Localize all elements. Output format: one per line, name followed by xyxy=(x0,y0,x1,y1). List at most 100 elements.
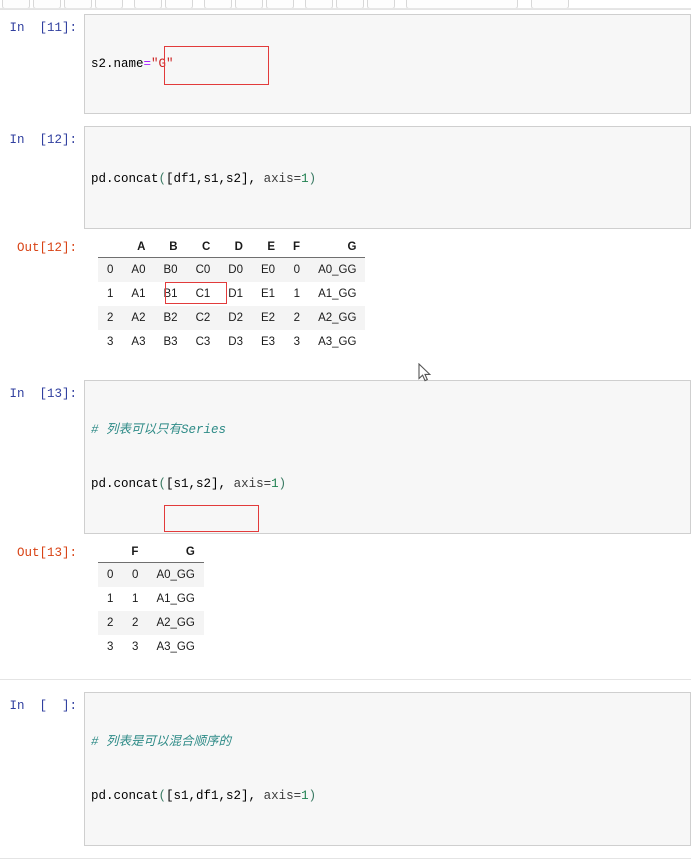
dataframe-index-cell: 2 xyxy=(107,312,114,324)
dataframe-table-12: ABCDEFG 0 A0 B0 C0 D0 E0 0 A0_GG 1 A1 B1 C1 D1 E1 1 A1_… xyxy=(98,239,366,354)
table-row: 1 A1 B1 C1 D1 E1 1 A1_GG xyxy=(98,282,366,306)
toolbar-button-3[interactable] xyxy=(64,0,92,8)
dataframe-cell-G-0: A0_GG xyxy=(318,264,357,276)
code-token-open-paren: ( xyxy=(158,172,167,186)
cell-out-13: Out[13]: FG 0 0 A0_GG 1 1 A1_GG 2 2 A2_GG 3 3 A3_GG xyxy=(0,542,691,659)
dataframe-cell-D-2: D2 xyxy=(228,312,243,324)
dataframe-index-cell: 3 xyxy=(107,641,114,653)
code-token-kwarg: axis= xyxy=(263,789,302,803)
table-row: 3 A3 B3 C3 D3 E3 3 A3_GG xyxy=(98,330,366,354)
code-token-list-arg: [s1,s2], xyxy=(166,477,227,491)
dataframe-cell-F-1: 1 xyxy=(132,593,139,605)
dataframe-cell-B-2: B2 xyxy=(163,312,178,324)
code-input-13[interactable]: # 列表可以只有Series pd.concat([s1,s2], axis=1… xyxy=(84,380,691,534)
dataframe-cell-E-3: E3 xyxy=(260,336,276,348)
code-token-string: "G" xyxy=(151,57,174,71)
dataframe-cell-F-0: 0 xyxy=(293,264,301,276)
toolbar-button-9[interactable] xyxy=(266,0,294,8)
table-row: 0 0 A0_GG xyxy=(98,562,204,587)
dataframe-cell-B-3: B3 xyxy=(163,336,178,348)
toolbar-button-1[interactable] xyxy=(2,0,30,8)
dataframe-cell-G-1: A1_GG xyxy=(318,288,357,300)
dataframe-cell-G-1: A1_GG xyxy=(156,593,195,605)
code-token-number: 1 xyxy=(301,789,309,803)
dataframe-cell-F-2: 2 xyxy=(293,312,301,324)
output-area-12: ABCDEFG 0 A0 B0 C0 D0 E0 0 A0_GG 1 A1 B1 C1 D1 E1 1 A1_… xyxy=(84,237,691,354)
dataframe-index-cell: 3 xyxy=(107,336,114,348)
dataframe-cell-B-0: B0 xyxy=(163,264,178,276)
cell-in-empty[interactable]: In [ ]: # 列表是可以混合顺序的 pd.concat([s1,df1,s… xyxy=(0,692,691,846)
dataframe-cell-A-3: A3 xyxy=(131,336,146,348)
dataframe-col-header-F: F xyxy=(284,239,310,258)
output-area-13: FG 0 0 A0_GG 1 1 A1_GG 2 2 A2_GG 3 3 A3_GG xyxy=(84,542,691,659)
dataframe-cell-G-2: A2_GG xyxy=(156,617,195,629)
toolbar-button-5[interactable] xyxy=(134,0,162,8)
code-token-list-arg: [s1,df1,s2], xyxy=(166,789,257,803)
prompt-in-12: In [12]: xyxy=(9,133,77,147)
dataframe-index-cell: 0 xyxy=(107,569,114,581)
dataframe-cell-C-3: C3 xyxy=(195,336,211,348)
dataframe-head-13: FG xyxy=(98,544,204,563)
dataframe-col-header-D: D xyxy=(219,239,252,258)
dataframe-cell-A-2: A2 xyxy=(131,312,146,324)
table-row: 0 A0 B0 C0 D0 E0 0 A0_GG xyxy=(98,257,366,282)
dataframe-cell-C-2: C2 xyxy=(195,312,211,324)
prompt-in-11: In [11]: xyxy=(9,21,77,35)
toolbar-button-2[interactable] xyxy=(33,0,61,8)
cell-in-13[interactable]: In [13]: # 列表可以只有Series pd.concat([s1,s2… xyxy=(0,380,691,534)
dataframe-cell-F-3: 3 xyxy=(132,641,139,653)
code-token-var: s2. xyxy=(91,57,114,71)
dataframe-cell-G-3: A3_GG xyxy=(318,336,357,348)
dataframe-cell-G-2: A2_GG xyxy=(318,312,357,324)
dataframe-header-row-12: ABCDEFG xyxy=(98,239,366,258)
dataframe-cell-D-3: D3 xyxy=(228,336,243,348)
code-token-call: pd.concat xyxy=(91,477,159,491)
cell-in-11[interactable]: In [11]: s2.name="G" xyxy=(0,14,691,114)
code-input-12[interactable]: pd.concat([df1,s1,s2], axis=1) xyxy=(84,126,691,229)
code-line-empty: pd.concat([s1,df1,s2], axis=1) xyxy=(91,787,686,805)
code-token-close-paren: ) xyxy=(308,789,317,803)
cell-in-12[interactable]: In [12]: pd.concat([df1,s1,s2], axis=1) xyxy=(0,126,691,229)
dataframe-cell-E-0: E0 xyxy=(260,264,276,276)
cell-out-12: Out[12]: ABCDEFG 0 A0 B0 C0 D0 E0 0 A0_GG 1 A1 B1 C… xyxy=(0,237,691,354)
prompt-out-13: Out[13]: xyxy=(16,546,77,560)
code-token-call: pd.concat xyxy=(91,172,159,186)
toolbar-button-6[interactable] xyxy=(165,0,193,8)
dataframe-cell-F-1: 1 xyxy=(293,288,301,300)
dataframe-index-cell: 1 xyxy=(107,288,114,300)
toolbar-button-7[interactable] xyxy=(204,0,232,8)
toolbar-button-4[interactable] xyxy=(95,0,123,8)
code-line-13: pd.concat([s1,s2], axis=1) xyxy=(91,475,686,493)
toolbar-button-13[interactable] xyxy=(406,0,518,8)
code-input-11[interactable]: s2.name="G" xyxy=(84,14,691,114)
code-token-kwarg: axis= xyxy=(263,172,302,186)
dataframe-cell-A-1: A1 xyxy=(131,288,146,300)
dataframe-cell-F-2: 2 xyxy=(132,617,139,629)
dataframe-header-row-13: FG xyxy=(98,544,204,563)
dataframe-cell-B-1: B1 xyxy=(163,288,178,300)
dataframe-col-header-C: C xyxy=(186,239,220,258)
dataframe-index-cell: 1 xyxy=(107,593,114,605)
dataframe-col-header-E: E xyxy=(251,239,285,258)
code-token-attr: name xyxy=(113,57,144,71)
toolbar-button-14[interactable] xyxy=(531,0,569,8)
code-line-11: s2.name="G" xyxy=(91,55,686,73)
code-line-12: pd.concat([df1,s1,s2], axis=1) xyxy=(91,170,686,188)
dataframe-cell-E-1: E1 xyxy=(260,288,276,300)
toolbar-button-10[interactable] xyxy=(305,0,333,8)
code-token-call: pd.concat xyxy=(91,789,159,803)
dataframe-cell-D-0: D0 xyxy=(228,264,243,276)
dataframe-body-12: 0 A0 B0 C0 D0 E0 0 A0_GG 1 A1 B1 C1 D1 E1 1 A1_GG 2 A2 B2 C… xyxy=(98,257,366,354)
dataframe-index-cell: 0 xyxy=(107,264,114,276)
code-token-number: 1 xyxy=(301,172,309,186)
dataframe-cell-G-3: A3_GG xyxy=(156,641,195,653)
toolbar-button-12[interactable] xyxy=(367,0,395,8)
code-input-empty[interactable]: # 列表是可以混合顺序的 pd.concat([s1,df1,s2], axis… xyxy=(84,692,691,846)
toolbar-button-8[interactable] xyxy=(235,0,263,8)
dataframe-cell-C-1: C1 xyxy=(195,288,211,300)
code-token-kwarg: axis= xyxy=(233,477,272,491)
dataframe-cell-A-0: A0 xyxy=(131,264,146,276)
toolbar-button-11[interactable] xyxy=(336,0,364,8)
